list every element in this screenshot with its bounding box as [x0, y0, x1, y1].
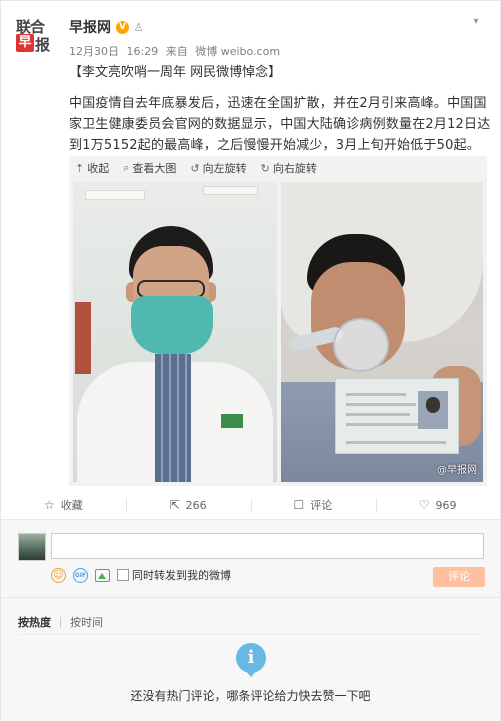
divider: [376, 498, 377, 512]
id-card: [335, 378, 459, 454]
comment-section: ☺ GIF 同时转发到我的微博 评论 按热度 按时间 i 还没有热门评论，哪条评…: [1, 520, 500, 721]
view-large-button[interactable]: ⌕ 查看大图: [123, 160, 176, 176]
like-button[interactable]: ♡ 969: [375, 492, 500, 518]
collapse-icon: ⇡: [75, 161, 85, 175]
comment-sort: 按热度 按时间: [18, 614, 103, 630]
sort-by-time-tab[interactable]: 按时间: [70, 614, 103, 630]
post-meta: 12月30日 16:29 来自 微博 weibo.com: [69, 43, 284, 59]
empty-comments-message: 还没有热门评论，哪条评论给力快去赞一下吧: [130, 689, 371, 703]
divider: [18, 634, 484, 635]
like-count: 969: [435, 498, 457, 512]
gif-icon[interactable]: GIF: [73, 567, 88, 583]
chevron-down-icon[interactable]: ▾: [469, 16, 483, 30]
author-row: 早报网 V ♙: [69, 18, 145, 36]
submit-comment-button[interactable]: 评论: [433, 567, 485, 587]
comment-icon: ☐: [293, 498, 305, 512]
sort-by-hot-tab[interactable]: 按热度: [18, 614, 51, 630]
media-viewer: ⇡ 收起 ⌕ 查看大图 ↺ 向左旋转 ↻ 向右旋转 @早报网: [69, 156, 487, 486]
favorite-button[interactable]: ☆ 收藏: [1, 492, 126, 518]
photo-hospital-bed[interactable]: @早报网: [281, 182, 483, 482]
verified-icon: V: [116, 20, 129, 34]
avatar-logo-badge: 早: [16, 34, 34, 52]
divider: [60, 616, 61, 628]
also-repost-checkbox[interactable]: [117, 569, 129, 581]
source-prefix: 来自: [165, 45, 188, 58]
comment-button[interactable]: ☐ 评论: [251, 492, 376, 518]
thumbs-up-icon: ♡: [418, 498, 430, 512]
rotate-right-label: 向右旋转: [272, 162, 317, 175]
post-headline: 【李文亮吹哨一周年 网民微博悼念】: [69, 65, 282, 80]
comment-input[interactable]: [51, 533, 484, 559]
divider: [1, 597, 500, 598]
media-toolbar: ⇡ 收起 ⌕ 查看大图 ↺ 向左旋转 ↻ 向右旋转: [69, 156, 331, 180]
view-large-label: 查看大图: [132, 162, 177, 175]
also-repost-label: 同时转发到我的微博: [132, 569, 231, 582]
weibo-post-card: 联合 早 报 早报网 V ♙ 12月30日 16:29 来自 微博 weibo.…: [0, 0, 501, 721]
favorite-label: 收藏: [60, 499, 83, 512]
author-avatar[interactable]: 联合 早 报: [16, 16, 52, 54]
divider: [251, 498, 252, 512]
zoom-icon: ⌕: [123, 161, 130, 174]
post-source[interactable]: 微博 weibo.com: [195, 45, 280, 58]
avatar-logo-text-2: 报: [35, 36, 51, 54]
divider: [126, 498, 127, 512]
image-icon[interactable]: [95, 568, 110, 582]
post-time[interactable]: 16:29: [127, 45, 159, 58]
post-date[interactable]: 12月30日: [69, 45, 119, 58]
rotate-left-label: 向左旋转: [202, 162, 247, 175]
author-name[interactable]: 早报网: [69, 17, 111, 37]
comment-label: 评论: [310, 499, 333, 512]
photo-doctor-masked[interactable]: [73, 182, 277, 482]
comment-tools: ☺ GIF 同时转发到我的微博: [51, 567, 231, 583]
watermark: @早报网: [437, 465, 477, 476]
star-icon: ☆: [43, 498, 55, 512]
rotate-left-icon: ↺: [190, 161, 200, 175]
repost-button[interactable]: ⇱ 266: [126, 492, 251, 518]
collapse-button[interactable]: ⇡ 收起: [75, 160, 109, 176]
user-avatar[interactable]: [18, 533, 46, 561]
rotate-right-button[interactable]: ↻ 向右旋转: [261, 160, 317, 176]
collapse-label: 收起: [87, 162, 110, 175]
emoji-icon[interactable]: ☺: [51, 567, 66, 583]
info-icon: i: [236, 643, 266, 673]
repost-icon: ⇱: [169, 498, 180, 512]
repost-count: 266: [185, 498, 207, 512]
rotate-left-button[interactable]: ↺ 向左旋转: [190, 160, 246, 176]
member-icon: ♙: [133, 20, 144, 34]
rotate-right-icon: ↻: [260, 161, 270, 175]
